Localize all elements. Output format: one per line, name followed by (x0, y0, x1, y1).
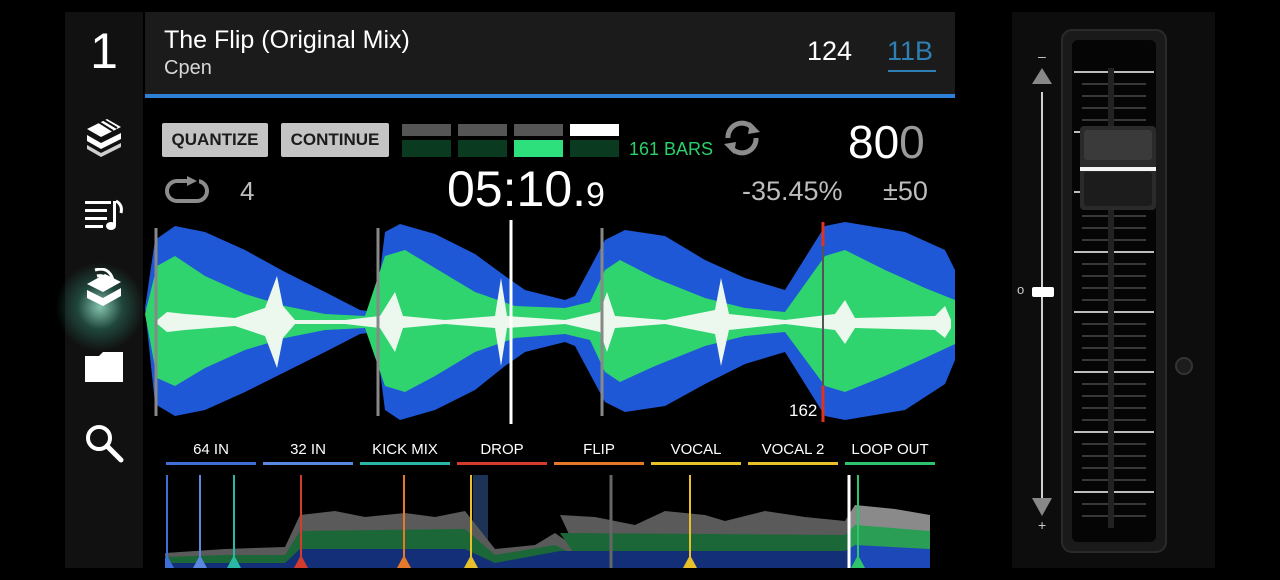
fader-knob[interactable] (1080, 126, 1156, 210)
hot-cue-label[interactable]: 32 IN (263, 441, 353, 458)
tempo-main: 80 (848, 116, 900, 168)
hot-cue-label[interactable]: KICK MIX (360, 441, 450, 458)
hot-cue-color-bar (845, 462, 935, 465)
collection-icon[interactable] (83, 115, 125, 157)
deck-sidebar: 1 (55, 12, 145, 568)
fader-zero-label: o (1017, 282, 1025, 297)
hot-cue-label[interactable]: VOCAL (651, 441, 741, 458)
time-decimal: 9 (586, 176, 605, 214)
track-key: 11B (887, 36, 934, 66)
tempo-decimal: 0 (899, 116, 925, 168)
beat-indicator (402, 124, 451, 136)
folder-icon[interactable] (83, 346, 125, 388)
sync-icon[interactable] (720, 116, 764, 160)
fader-plus-label: + (1038, 517, 1047, 533)
link-browse-icon[interactable] (83, 268, 125, 310)
waveform-display[interactable] (145, 220, 955, 424)
bar-number: 162 (789, 401, 818, 420)
track-artist: Cpen (164, 57, 212, 79)
fader-minus-label: – (1038, 48, 1046, 64)
beat-indicator (458, 124, 507, 136)
header-accent-line (145, 94, 955, 98)
hot-cue-color-bar (651, 462, 741, 465)
loop-beat-count: 4 (240, 176, 255, 206)
continue-button[interactable]: CONTINUE (281, 123, 389, 157)
tempo-fader[interactable] (1012, 12, 1215, 568)
pitch-percent: -35.45% (742, 176, 843, 206)
overview-waveform[interactable] (165, 475, 935, 568)
hot-cue-label[interactable]: VOCAL 2 (748, 441, 838, 458)
bars-remaining: 161 BARS (629, 139, 714, 159)
loop-icon[interactable] (163, 176, 213, 206)
quantize-button[interactable]: QUANTIZE (162, 123, 268, 157)
hot-cue-label[interactable]: LOOP OUT (845, 441, 935, 458)
beat-indicator (458, 140, 507, 157)
track-header: The Flip (Original Mix) Cpen 124 11B (145, 12, 955, 94)
beat-indicator (570, 124, 619, 136)
fader-center-mark (1032, 287, 1054, 297)
deck-number: 1 (90, 23, 118, 79)
track-title: The Flip (Original Mix) (164, 26, 410, 54)
deck-display: The Flip (Original Mix) Cpen 124 11B QUA… (145, 12, 955, 568)
beat-indicator-active (514, 140, 563, 157)
hot-cue-color-bar (360, 462, 450, 465)
hot-cue-color-bar (748, 462, 838, 465)
hot-cue-color-bar (554, 462, 644, 465)
beat-indicator (402, 140, 451, 157)
hot-cue-label[interactable]: 64 IN (166, 441, 256, 458)
hot-cue-color-bar (457, 462, 547, 465)
beat-indicator (514, 124, 563, 136)
search-icon[interactable] (83, 422, 125, 464)
time-main: 05:10. (447, 161, 587, 217)
hot-cue-color-bar (263, 462, 353, 465)
master-tempo-display: 800 (848, 115, 925, 169)
hot-cue-label[interactable]: DROP (457, 441, 547, 458)
tempo-fader-panel: – + o (1012, 12, 1215, 568)
fader-screw-icon (1175, 357, 1193, 375)
track-bpm: 124 (807, 36, 853, 66)
beat-indicator (570, 140, 619, 157)
time-display: 05:10.9 (447, 160, 605, 218)
played-region-dim (165, 475, 850, 568)
hot-cue-color-bar (166, 462, 256, 465)
playlist-icon[interactable] (83, 195, 125, 237)
hot-cue-label[interactable]: FLIP (554, 441, 644, 458)
key-underline (888, 70, 936, 72)
pitch-range: ±50 (883, 176, 928, 206)
